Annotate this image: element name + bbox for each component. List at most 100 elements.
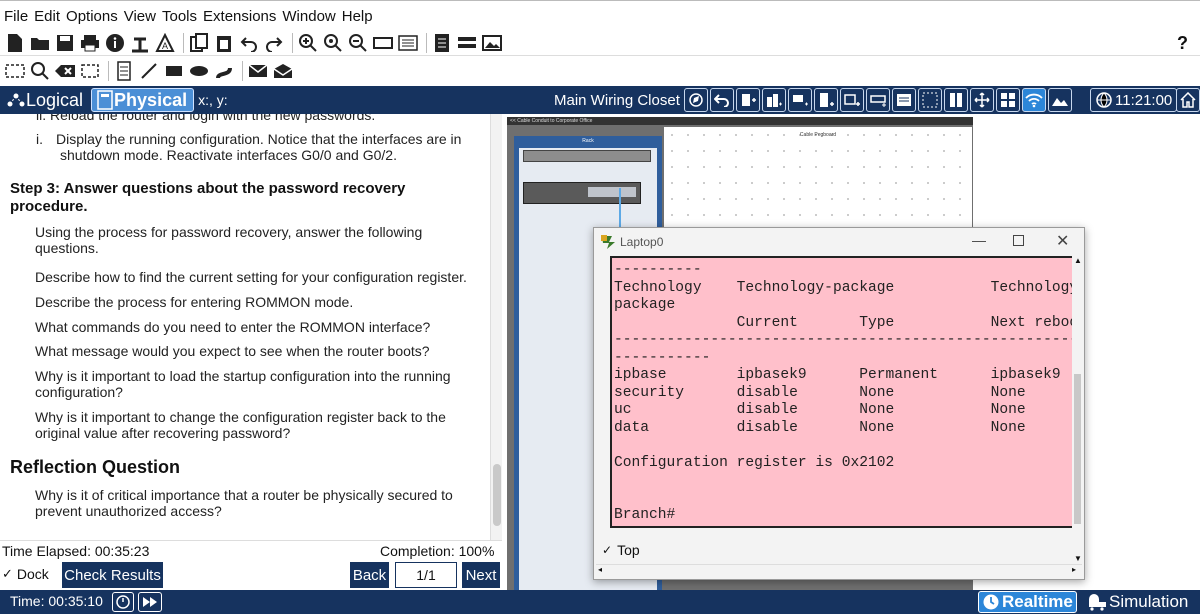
terminal-scrollbar[interactable]: ▲ [1072,256,1084,528]
step3-heading-line2: procedure. [10,198,88,215]
status-bar: Time: 00:35:10 Realtime Simulation [0,590,1200,614]
zoom-reset-icon[interactable] [322,32,344,54]
terminal-line: Branch# [614,507,676,523]
grid-dots-icon[interactable] [918,88,942,112]
delete-icon[interactable] [54,60,76,82]
image-icon[interactable] [481,32,503,54]
simulation-mode-button[interactable]: Simulation [1087,591,1188,613]
menu-options[interactable]: Options [66,8,118,25]
next-button[interactable]: Next [462,562,500,588]
note-icon[interactable] [113,60,135,82]
cli-terminal[interactable]: ---------- Technology Technology-package … [610,256,1074,528]
print-icon[interactable] [79,32,101,54]
router-device[interactable] [523,182,641,204]
zoom-in-icon[interactable] [297,32,319,54]
new-building-icon[interactable] [736,88,760,112]
select-icon[interactable] [4,60,26,82]
info-icon[interactable] [104,32,126,54]
realtime-mode-button[interactable]: Realtime [978,591,1077,613]
new-device-icon[interactable] [866,88,890,112]
back-button[interactable]: Back [350,562,389,588]
physical-tab[interactable]: Physical [91,88,195,112]
top-checkbox[interactable]: ✓ Top [602,542,640,558]
palette-icon[interactable] [397,32,419,54]
new-closet-icon[interactable] [788,88,812,112]
grid-view-icon[interactable] [996,88,1020,112]
back-location-icon[interactable] [710,88,734,112]
menu-edit[interactable]: Edit [34,8,60,25]
menu-tools[interactable]: Tools [162,8,197,25]
logical-tab[interactable]: Logical [2,88,89,112]
device-panel-icon[interactable] [892,88,916,112]
power-distribution-device[interactable] [523,150,651,162]
main-toolbar: A ? [0,30,1200,56]
laptop-titlebar[interactable]: Laptop0 — ✕ [594,228,1084,256]
question-5-line1: Why is it important to load the startup … [35,368,451,384]
maximize-icon[interactable] [1013,235,1024,246]
network-info-icon[interactable] [129,32,151,54]
freeform-icon[interactable] [213,60,235,82]
check-results-button[interactable]: Check Results [62,562,163,588]
open-folder-icon[interactable] [29,32,51,54]
rectangle-icon[interactable] [372,32,394,54]
redo-icon[interactable] [263,32,285,54]
scroll-right-icon[interactable]: ▸ [1072,565,1076,574]
help-button[interactable]: ? [1177,30,1188,56]
undo-icon[interactable] [238,32,260,54]
new-generic-icon[interactable] [840,88,864,112]
instructions-scrollbar[interactable] [490,114,502,540]
power-cycle-button[interactable] [112,592,134,612]
top-check-icon: ✓ [602,543,613,557]
wireless-icon[interactable] [1022,88,1046,112]
checkmark-icon: ✓ [2,566,13,581]
device-list-icon[interactable] [456,32,478,54]
scroll-up-icon[interactable]: ▲ [1074,256,1082,265]
new-rack-icon[interactable] [814,88,838,112]
line-icon[interactable] [138,60,160,82]
close-icon[interactable]: ✕ [1056,231,1069,251]
top-label: Top [617,542,640,558]
zoom-out-icon[interactable] [347,32,369,54]
menu-help[interactable]: Help [342,8,373,25]
router-port-panel [588,187,636,197]
rect-shape-icon[interactable] [163,60,185,82]
ellipse-icon[interactable] [188,60,210,82]
notes-icon[interactable] [431,32,453,54]
scroll-left-icon[interactable]: ◂ [598,565,602,574]
save-icon[interactable] [54,32,76,54]
menu-window[interactable]: Window [282,8,335,25]
copy-icon[interactable] [188,32,210,54]
fast-forward-button[interactable] [138,592,162,612]
fast-forward-icon [143,597,157,607]
navigation-icon[interactable] [684,88,708,112]
menu-view[interactable]: View [124,8,156,25]
terminal-scroll-thumb[interactable] [1074,374,1081,524]
move-icon[interactable] [970,88,994,112]
pdu-open-icon[interactable] [272,60,294,82]
laptop-window: Laptop0 — ✕ ---------- Technology Technol… [593,227,1085,580]
reflection-question-line1: Why is it of critical importance that a … [35,487,453,503]
activity-wizard-icon[interactable]: A [154,32,176,54]
closet-navigation-header[interactable]: << Cable Conduit to Corporate Office [507,117,973,125]
laptop-horizontal-scrollbar[interactable]: ◂ ▸ [596,564,1082,576]
paste-icon[interactable] [213,32,235,54]
home-icon[interactable] [1176,88,1200,112]
dock-checkbox[interactable]: ✓ Dock [2,566,49,582]
resize-icon[interactable] [79,60,101,82]
new-file-icon[interactable] [4,32,26,54]
logical-icon [7,93,25,107]
inspect-icon[interactable] [29,60,51,82]
scroll-down-icon[interactable]: ▼ [1074,554,1082,563]
question-1: Describe how to find the current setting… [35,269,467,285]
scrollbar-thumb[interactable] [493,464,501,526]
new-city-icon[interactable] [762,88,786,112]
menu-file[interactable]: File [4,8,28,25]
landscape-icon[interactable] [1048,88,1072,112]
minimize-icon[interactable]: — [972,232,986,248]
pdu-closed-icon[interactable] [247,60,269,82]
cabinet-icon[interactable] [944,88,968,112]
page-indicator[interactable]: 1/1 [395,562,457,588]
menu-extensions[interactable]: Extensions [203,8,276,25]
toolbar-divider [108,61,109,81]
